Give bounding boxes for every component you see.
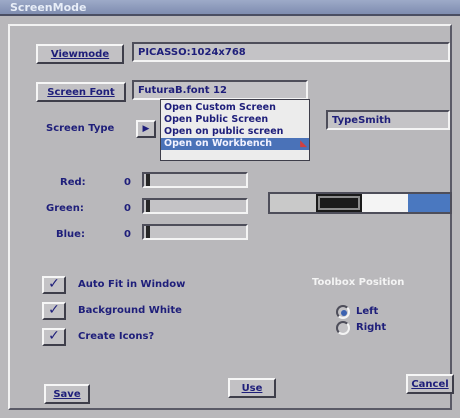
red-slider-knob[interactable]: [146, 174, 150, 186]
blue-label: Blue:: [56, 229, 85, 240]
screen-font-field: FuturaB.font 12: [132, 80, 308, 100]
cancel-button-label: Cancel: [411, 378, 449, 390]
green-slider[interactable]: [142, 198, 248, 214]
palette-swatch-grey[interactable]: [270, 194, 316, 212]
screen-type-label: Screen Type: [46, 123, 115, 134]
auto-fit-label: Auto Fit in Window: [78, 279, 186, 290]
toolbox-left-radio[interactable]: [336, 305, 350, 319]
palette-swatch-white[interactable]: [362, 194, 408, 212]
window-titlebar[interactable]: ScreenMode: [0, 0, 460, 16]
public-screen-field[interactable]: TypeSmith: [326, 110, 450, 130]
toolbox-left-label: Left: [356, 306, 379, 317]
palette-swatch-blue[interactable]: [408, 194, 450, 212]
save-button-label: Save: [53, 388, 81, 400]
toolbox-right-label: Right: [356, 322, 387, 333]
red-slider[interactable]: [142, 172, 248, 188]
use-button[interactable]: Use: [228, 378, 276, 398]
background-white-label: Background White: [78, 305, 182, 316]
save-button[interactable]: Save: [44, 384, 90, 404]
toolbox-right-radio[interactable]: [336, 321, 350, 335]
viewmode-button[interactable]: Viewmode: [36, 44, 124, 64]
viewmode-value: PICASSO:1024x768: [138, 46, 246, 58]
viewmode-field: PICASSO:1024x768: [132, 42, 450, 62]
window-title: ScreenMode: [10, 1, 87, 14]
mouse-pointer-icon: ◣: [300, 139, 307, 149]
screen-type-option[interactable]: Open Public Screen: [161, 114, 309, 126]
auto-fit-checkbox[interactable]: ✓: [42, 276, 66, 294]
background-white-checkbox[interactable]: ✓: [42, 302, 66, 320]
green-value: 0: [124, 203, 131, 214]
check-icon: ✓: [48, 328, 60, 344]
viewmode-button-label: Viewmode: [50, 48, 110, 60]
green-label: Green:: [46, 203, 84, 214]
blue-value: 0: [124, 229, 131, 240]
palette-swatch-black[interactable]: [316, 194, 362, 212]
color-palette: [268, 192, 452, 214]
screen-type-option[interactable]: Open on public screen: [161, 126, 309, 138]
check-icon: ✓: [48, 302, 60, 318]
toolbox-position-title: Toolbox Position: [312, 277, 405, 288]
red-label: Red:: [60, 177, 86, 188]
screen-font-value: FuturaB.font 12: [138, 84, 227, 96]
red-value: 0: [124, 177, 131, 188]
check-icon: ✓: [48, 276, 60, 292]
screen-type-popup-menu[interactable]: Open Custom Screen Open Public Screen Op…: [160, 99, 310, 161]
use-button-label: Use: [241, 382, 263, 394]
cancel-button[interactable]: Cancel: [406, 374, 454, 394]
screen-font-button[interactable]: Screen Font: [36, 82, 126, 102]
screen-type-option-selected[interactable]: Open on Workbench ◣: [161, 138, 309, 150]
create-icons-label: Create Icons?: [78, 331, 155, 342]
arrow-right-icon: ▶: [142, 124, 150, 134]
public-screen-value: TypeSmith: [332, 114, 392, 126]
screen-font-button-label: Screen Font: [47, 86, 115, 98]
screen-type-option[interactable]: Open Custom Screen: [161, 102, 309, 114]
blue-slider[interactable]: [142, 224, 248, 240]
create-icons-checkbox[interactable]: ✓: [42, 328, 66, 346]
screen-type-cycle-button[interactable]: ▶: [136, 120, 156, 138]
green-slider-knob[interactable]: [146, 200, 150, 212]
blue-slider-knob[interactable]: [146, 226, 150, 238]
